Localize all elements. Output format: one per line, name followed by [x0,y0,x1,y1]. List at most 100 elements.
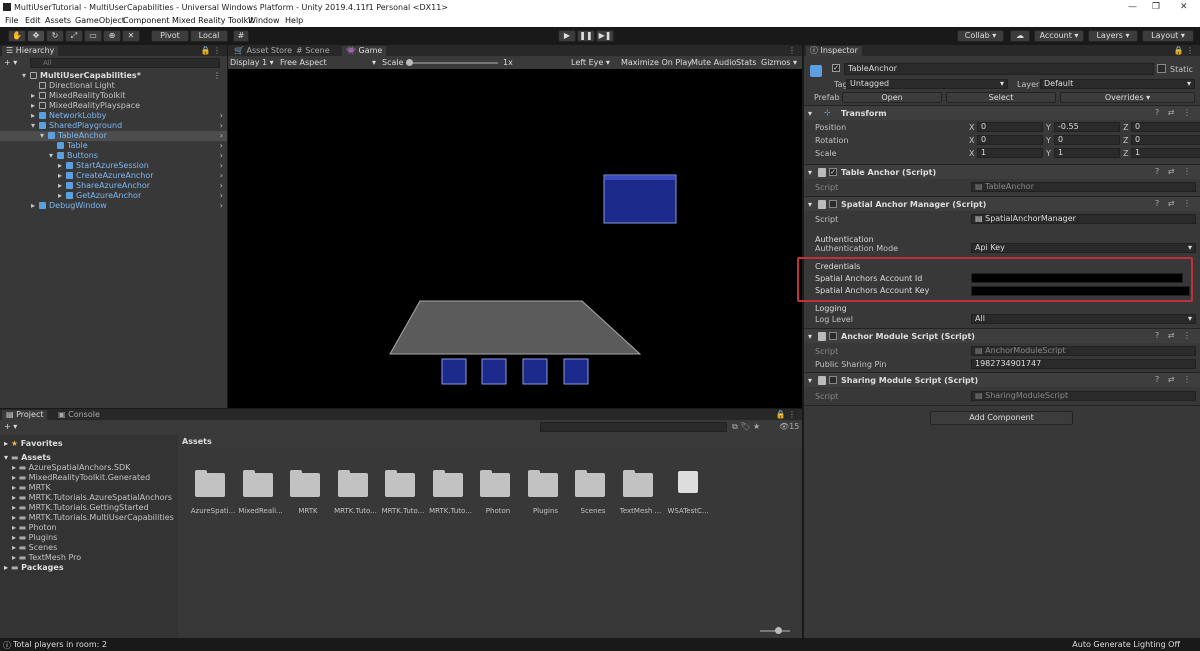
hierarchy-item[interactable]: ▸ DebugWindow › [0,201,227,211]
project-tree-item[interactable]: ▸ ▬ MRTK.Tutorials.GettingStarted [12,503,149,513]
asset-item[interactable]: Scenes [573,470,613,519]
cloud-icon[interactable]: ☁ [1010,30,1030,42]
object-name-field[interactable]: TableAnchor [844,63,1154,75]
breadcrumb-assets[interactable]: Assets [182,437,212,446]
custom-tool-icon[interactable]: ✕ [122,30,140,42]
filter-icons[interactable]: ⧉ 🏷 ★ [732,422,760,432]
anchor-module-header[interactable]: ▾ Anchor Module Script (Script) ? ⇄ ⋮ [804,328,1200,343]
account-dropdown[interactable]: Account ▾ [1034,30,1084,42]
tab-console[interactable]: ▣ Console [54,410,104,420]
project-tree-item[interactable]: ▸ ▬ MRTK.Tutorials.MultiUserCapabilities [12,513,174,523]
sharing-module-header[interactable]: ▾ Sharing Module Script (Script) ? ⇄ ⋮ [804,372,1200,387]
prefab-select-button[interactable]: Select [946,92,1056,103]
tab-asset-store[interactable]: 🛒 Asset Store [230,46,297,56]
transform-header[interactable]: ▾ ⊹ Transform ? ⇄ ⋮ [804,105,1200,120]
menu-file[interactable]: File [5,16,18,25]
project-tree-item[interactable]: ▸ ▬ MixedRealityToolkit.Generated [12,473,150,483]
hierarchy-item[interactable]: ▾ MultiUserCapabilities* ⋮ [0,71,227,81]
foldout-icon[interactable]: ▾ [49,151,57,161]
foldout-icon[interactable]: ▾ [808,200,812,209]
hierarchy-item[interactable]: ▾ TableAnchor › [0,131,227,141]
table-anchor-header[interactable]: ▾ ✓ Table Anchor (Script) ? ⇄ ⋮ [804,164,1200,179]
aspect-dropdown[interactable]: Free Aspect ▾ [280,58,376,67]
project-tree-item[interactable]: ▸ ▬ Scenes [12,543,57,553]
foldout-icon[interactable]: ▸ [31,101,39,111]
transform-x-field[interactable]: 0 [977,122,1043,132]
project-tree-item[interactable]: ▸ ▬ Plugins [12,533,57,543]
table-anchor-script-field[interactable]: ▤ TableAnchor [971,182,1196,192]
asset-item[interactable]: MRTK.Tuto... [334,470,377,519]
hierarchy-item[interactable]: ▸ CreateAzureAnchor › [0,171,227,181]
asset-item[interactable]: MRTK.Tuto... [382,470,424,519]
project-search-input[interactable] [540,422,727,432]
asset-item[interactable]: AzureSpati... [191,470,235,519]
project-tree-item[interactable]: ▸ ▬ MRTK.Tutorials.AzureSpatialAnchors [12,493,172,503]
transform-z-field[interactable]: 0 [1131,122,1200,132]
hierarchy-item[interactable]: ▸ GetAzureAnchor › [0,191,227,201]
component-enabled-checkbox[interactable]: ✓ [829,168,837,176]
create-icon[interactable]: + ▾ [4,422,17,431]
left-eye-dropdown[interactable]: Left Eye ▾ [571,58,610,67]
asset-item[interactable]: MRTK [288,470,328,519]
status-message[interactable]: Total players in room: 2 [13,640,107,649]
scale-slider[interactable] [406,62,498,64]
hierarchy-menu-icon[interactable]: 🔒 ⋮ [200,46,221,55]
transform-y-field[interactable]: 0 [1054,135,1120,145]
chevron-right-icon[interactable]: › [220,121,223,131]
transform-z-field[interactable]: 1 [1131,148,1200,158]
foldout-icon[interactable]: ▸ [58,191,66,201]
scene-menu-icon[interactable]: ⋮ [213,71,221,81]
chevron-right-icon[interactable]: › [220,171,223,181]
display-dropdown[interactable]: Display 1 ▾ [230,58,274,67]
play-button[interactable]: ▶ [558,30,576,42]
pause-button[interactable]: ❚❚ [577,30,595,42]
hierarchy-item[interactable]: ▾ SharedPlayground › [0,121,227,131]
minimize-icon[interactable]: — [1128,2,1137,12]
add-component-button[interactable]: Add Component [930,411,1073,425]
asset-item[interactable]: MRTK.Tuto... [429,470,472,519]
transform-tool-icon[interactable]: ⊕ [103,30,121,42]
layout-dropdown[interactable]: Layout ▾ [1142,30,1194,42]
maximize-icon[interactable]: ❐ [1152,2,1160,12]
game-viewport[interactable] [228,69,802,408]
tab-inspector[interactable]: ⓘ Inspector [806,46,862,56]
lighting-status[interactable]: Auto Generate Lighting Off [1072,640,1180,649]
hierarchy-item[interactable]: Table › [0,141,227,151]
hidden-count[interactable]: 👁15 [779,422,799,431]
transform-x-field[interactable]: 0 [977,135,1043,145]
active-checkbox[interactable]: ✓ [832,64,840,72]
asset-item[interactable]: TextMesh ... [620,470,661,519]
transform-y-field[interactable]: -0.55 [1054,122,1120,132]
gizmos-dropdown[interactable]: Gizmos ▾ [761,58,797,67]
scale-tool-icon[interactable]: ⤢ [65,30,83,42]
menu-gameobject[interactable]: GameObject [75,16,125,25]
foldout-icon[interactable]: ▸ [31,201,39,211]
spatial-manager-script-field[interactable]: ▤ SpatialAnchorManager [971,214,1196,224]
hierarchy-item[interactable]: Directional Light [0,81,227,91]
hierarchy-item[interactable]: ▸ NetworkLobby › [0,111,227,121]
project-tree-item[interactable]: ▸ ▬ MRTK [12,483,51,493]
spatial-manager-header[interactable]: ▾ Spatial Anchor Manager (Script) ? ⇄ ⋮ [804,196,1200,211]
transform-x-field[interactable]: 1 [977,148,1043,158]
favorites-item[interactable]: ▸ ★ Favorites [4,439,63,449]
layers-dropdown[interactable]: Layers ▾ [1088,30,1138,42]
foldout-icon[interactable]: ▸ [31,111,39,121]
anchor-module-script-field[interactable]: ▤ AnchorModuleScript [971,346,1196,356]
foldout-icon[interactable]: ▸ [31,91,39,101]
foldout-icon[interactable]: ▾ [22,71,30,81]
transform-z-field[interactable]: 0 [1131,135,1200,145]
menu-window[interactable]: Window [248,16,280,25]
chevron-right-icon[interactable]: › [220,151,223,161]
rect-tool-icon[interactable]: ▭ [84,30,102,42]
chevron-right-icon[interactable]: › [220,191,223,201]
maximize-on-play-toggle[interactable]: Maximize On Play [621,58,692,67]
component-actions-icon[interactable]: ? ⇄ ⋮ [1155,375,1194,384]
stats-toggle[interactable]: Stats [736,58,756,67]
log-level-dropdown[interactable]: All ▾ [971,314,1196,324]
menu-help[interactable]: Help [285,16,303,25]
rotate-tool-icon[interactable]: ↻ [46,30,64,42]
static-checkbox[interactable] [1157,64,1166,73]
foldout-icon[interactable]: ▸ [58,161,66,171]
account-key-field[interactable] [971,286,1190,296]
hierarchy-item[interactable]: ▾ Buttons › [0,151,227,161]
